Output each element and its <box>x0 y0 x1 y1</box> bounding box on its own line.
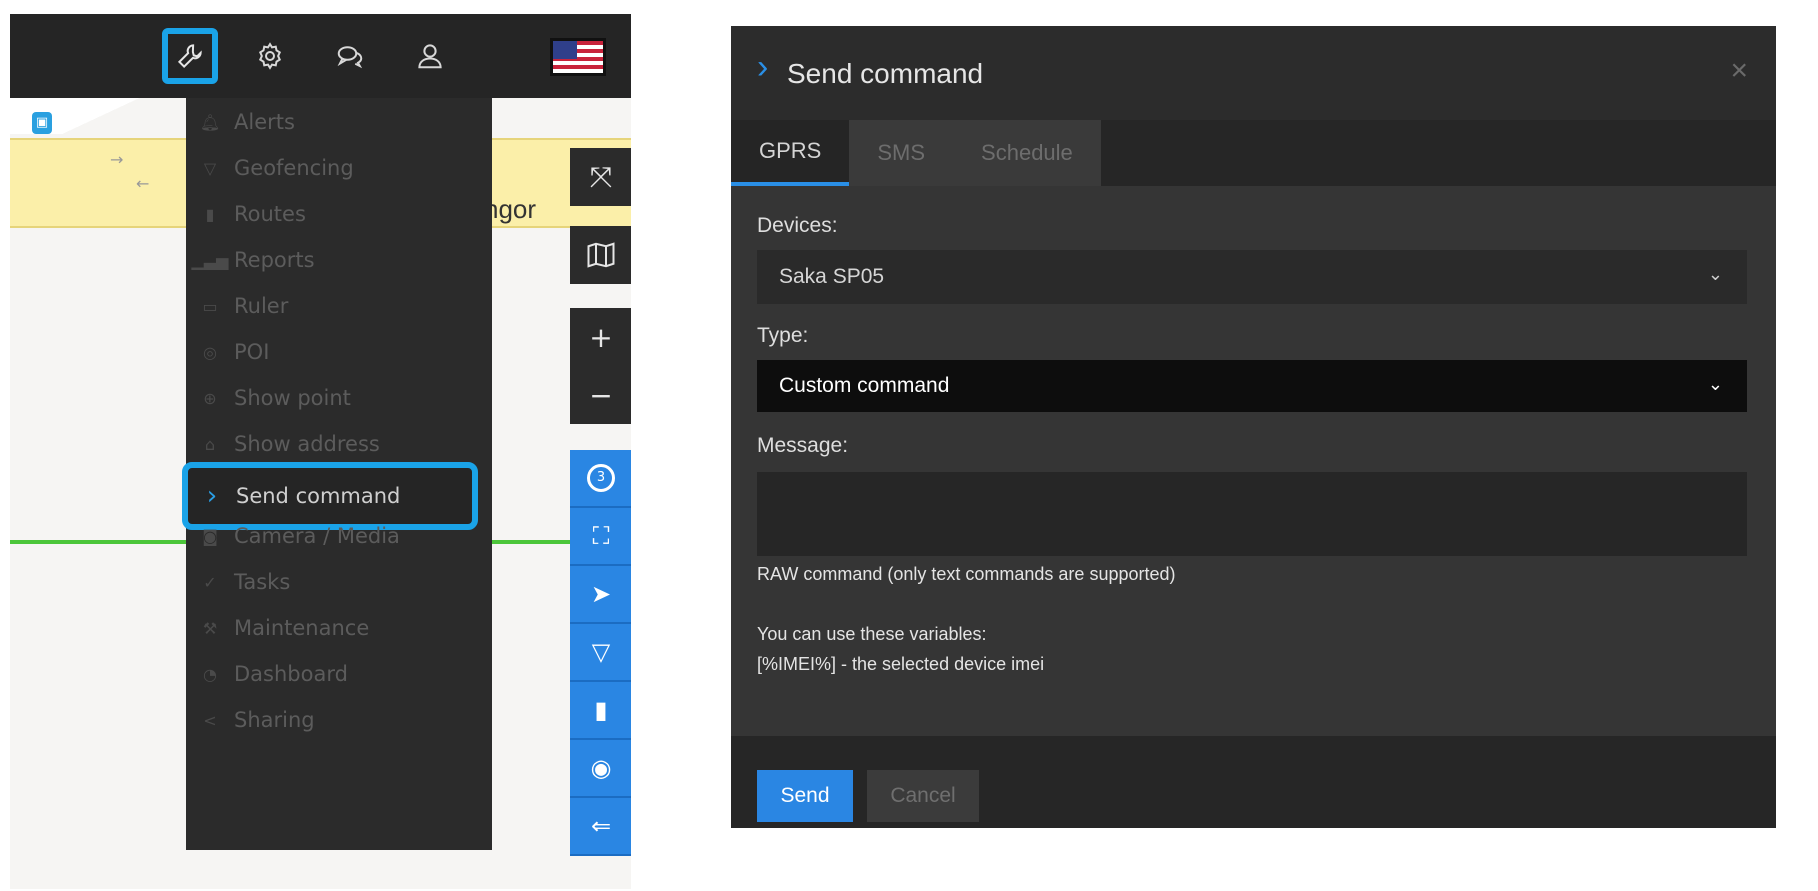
menu-item-geofencing[interactable]: ▽ Geofencing <box>186 144 492 192</box>
menu-item-sharing[interactable]: < Sharing <box>186 696 492 744</box>
menu-item-show-address[interactable]: ⌂ Show address <box>186 420 492 468</box>
tab-sms[interactable]: SMS <box>849 120 954 186</box>
chat-icon[interactable] <box>322 28 378 84</box>
navigate-icon[interactable]: ➤ <box>570 566 631 624</box>
menu-item-label: Alerts <box>234 110 295 134</box>
zoom-in-icon[interactable]: + <box>570 308 631 366</box>
chevron-right-icon: › <box>206 481 218 511</box>
camera-icon: ◙ <box>202 526 218 546</box>
send-button[interactable]: Send <box>757 770 853 822</box>
dialog-title: Send command <box>787 58 984 89</box>
dialog-footer: Send Cancel <box>731 736 1776 828</box>
menu-item-poi[interactable]: ◎ POI <box>186 328 492 376</box>
devices-select[interactable]: Saka SP05 ⌄ <box>757 250 1747 304</box>
message-label: Message: <box>757 434 849 457</box>
map-view: → ← ngor ▣ 🔔︎ Alerts ▽ Geofencing ▮ Routes <box>10 14 631 889</box>
menu-item-ruler[interactable]: ▭ Ruler <box>186 282 492 330</box>
menu-item-label: Camera / Media <box>234 524 400 548</box>
wrench-small-icon: ⚒ <box>202 618 218 638</box>
devices-value: Saka SP05 <box>779 265 885 288</box>
menu-item-label: Geofencing <box>234 156 354 180</box>
menu-item-label: Reports <box>234 248 315 272</box>
road-icon[interactable]: ▮ <box>570 682 631 740</box>
devices-label: Devices: <box>757 214 838 237</box>
raw-command-note: RAW command (only text commands are supp… <box>757 564 1176 584</box>
menu-item-label: Sharing <box>234 708 315 732</box>
menu-item-reports[interactable]: ▁▃▅ Reports <box>186 236 492 284</box>
route-icon: ▮ <box>205 204 215 224</box>
type-value: Custom command <box>779 374 950 397</box>
tab-schedule[interactable]: Schedule <box>953 120 1101 186</box>
command-tabs: GPRS SMS Schedule <box>731 120 1101 186</box>
ruler-icon: ▭ <box>202 296 218 316</box>
user-icon[interactable] <box>402 28 458 84</box>
chevron-down-icon: ⌄ <box>1707 374 1723 394</box>
menu-item-label: Tasks <box>234 570 291 594</box>
type-label: Type: <box>757 324 809 347</box>
menu-item-show-point[interactable]: ⊕ Show point <box>186 374 492 422</box>
gear-icon[interactable] <box>242 28 298 84</box>
menu-item-alerts[interactable]: 🔔︎ Alerts <box>186 98 492 146</box>
variables-note: You can use these variables: <box>757 624 987 644</box>
pin-icon[interactable]: ◉ <box>570 740 631 798</box>
one-way-arrow-icon: ← <box>136 174 150 193</box>
home-icon: ⌂ <box>204 434 216 454</box>
menu-item-label: Dashboard <box>234 662 348 686</box>
us-flag-icon[interactable] <box>550 38 606 76</box>
menu-item-camera-media[interactable]: ◙ Camera / Media <box>186 512 492 560</box>
bell-icon: 🔔︎ <box>199 112 221 132</box>
bar-chart-icon: ▁▃▅ <box>191 250 229 270</box>
menu-item-maintenance[interactable]: ⚒ Maintenance <box>186 604 492 652</box>
check-icon: ✓ <box>203 572 217 592</box>
bus-stop-icon: ▣ <box>32 112 52 134</box>
crosshair-icon: ⊕ <box>203 388 217 408</box>
type-select[interactable]: Custom command ⌄ <box>757 360 1747 412</box>
cancel-button[interactable]: Cancel <box>867 770 979 822</box>
fit-bounds-icon[interactable]: ⛶ <box>570 508 631 566</box>
menu-item-label: Routes <box>234 202 306 226</box>
menu-item-label: Send command <box>236 484 401 508</box>
chevron-down-icon: ⌄ <box>1707 264 1723 284</box>
send-command-dialog: › Send command × GPRS SMS Schedule Devic… <box>731 26 1776 828</box>
variables-imei-line: [%IMEI%] - the selected device imei <box>757 654 1045 674</box>
share-icon: < <box>203 710 217 730</box>
top-toolbar <box>10 14 631 98</box>
map-layers-icon[interactable] <box>570 226 631 284</box>
dialog-header: › Send command × <box>731 26 1776 120</box>
one-way-arrow-icon: → <box>110 150 124 169</box>
message-field[interactable] <box>757 472 1747 556</box>
zoom-out-icon[interactable]: − <box>570 366 631 424</box>
menu-item-label: Show address <box>234 432 380 456</box>
history-icon[interactable]: ⇐ <box>570 798 631 856</box>
chevron-right-icon: › <box>757 48 769 86</box>
geofence-toggle-icon[interactable]: ▽ <box>570 624 631 682</box>
close-icon[interactable]: × <box>1730 54 1748 88</box>
clusters-count: 3 <box>587 464 615 492</box>
tools-dropdown-menu: 🔔︎ Alerts ▽ Geofencing ▮ Routes ▁▃▅ Reports … <box>182 98 492 850</box>
menu-item-label: Ruler <box>234 294 289 318</box>
dashboard-icon: ◔ <box>203 664 217 684</box>
wrench-icon[interactable] <box>162 28 218 84</box>
menu-item-dashboard[interactable]: ◔ Dashboard <box>186 650 492 698</box>
fullscreen-icon[interactable]: ⤧ <box>570 148 631 206</box>
menu-item-routes[interactable]: ▮ Routes <box>186 190 492 238</box>
menu-item-label: Maintenance <box>234 616 370 640</box>
menu-item-label: POI <box>234 340 270 364</box>
poi-pin-icon: ◎ <box>203 342 217 362</box>
menu-item-label: Show point <box>234 386 351 410</box>
geofence-icon: ▽ <box>203 158 217 178</box>
tab-gprs[interactable]: GPRS <box>731 120 850 186</box>
dialog-body: Devices: Saka SP05 ⌄ Type: Custom comman… <box>731 186 1776 736</box>
clusters-icon[interactable]: 3 <box>570 450 631 508</box>
menu-item-tasks[interactable]: ✓ Tasks <box>186 558 492 606</box>
